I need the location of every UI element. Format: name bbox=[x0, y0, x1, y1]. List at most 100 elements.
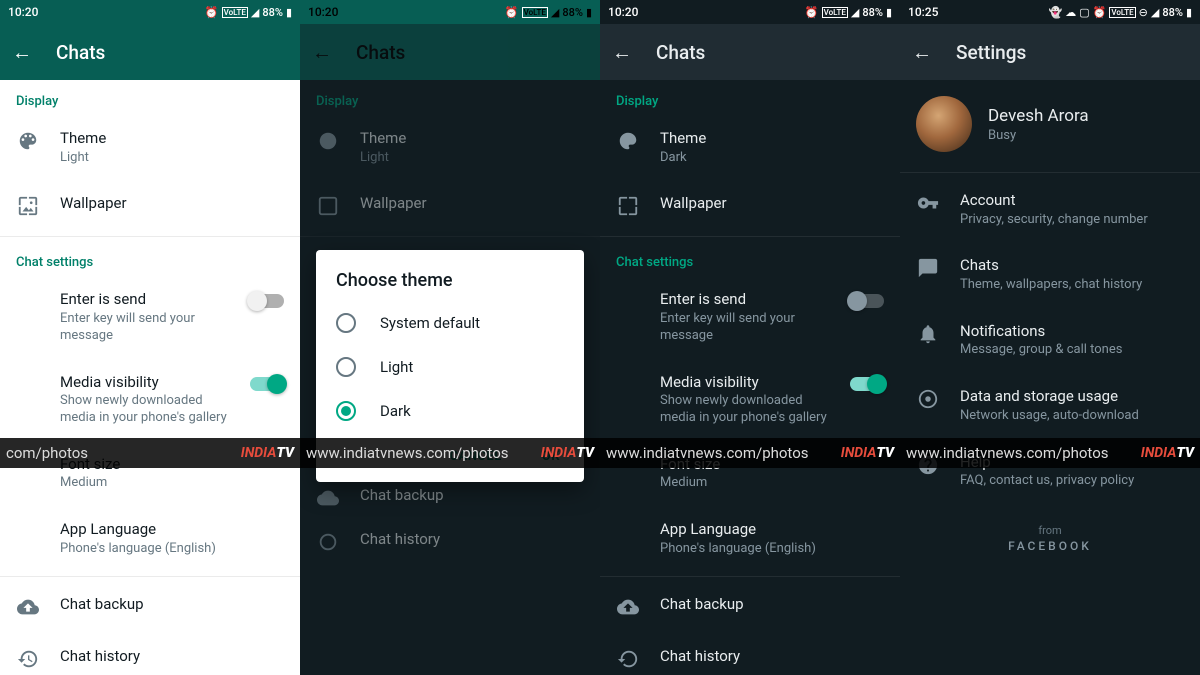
theme-label: Theme bbox=[660, 129, 884, 149]
page-title: Chats bbox=[56, 41, 105, 64]
media-vis-toggle[interactable] bbox=[850, 377, 884, 391]
chat-history-item[interactable]: Chat history bbox=[0, 633, 300, 675]
account-sub: Privacy, security, change number bbox=[960, 212, 1184, 229]
theme-label: Theme bbox=[60, 129, 284, 149]
page-title: Chats bbox=[356, 41, 405, 64]
signal-icon: ◢ bbox=[551, 6, 559, 19]
app-lang-value: Phone's language (English) bbox=[60, 541, 284, 558]
screen-light-chats: 10:20 ⏰ VoLTE ◢ 88% ▮ ← Chats Display Th… bbox=[0, 0, 300, 675]
from-facebook: from FACEBOOK bbox=[900, 524, 1200, 553]
status-icons: ⏰ VoLTE ◢ 88% ▮ bbox=[205, 6, 292, 19]
dnd-icon: ⊖ bbox=[1139, 6, 1148, 19]
section-chat-settings: Chat settings bbox=[0, 241, 300, 276]
theme-item[interactable]: Theme Light bbox=[0, 115, 300, 180]
screen-dark-chats: 10:20 ⏰ VoLTE ◢ 88% ▮ ← Chats Display Th… bbox=[600, 0, 900, 675]
signal-icon: ◢ bbox=[251, 6, 259, 19]
divider bbox=[0, 576, 300, 577]
media-visibility-item[interactable]: Media visibility Show newly downloaded m… bbox=[600, 359, 900, 441]
status-bar: 10:20 ⏰ VoLTE ◢ 88% ▮ bbox=[600, 0, 900, 24]
app-lang-label: App Language bbox=[60, 520, 284, 540]
radio-system-default[interactable]: System default bbox=[316, 301, 584, 345]
battery-icon: ▮ bbox=[1186, 6, 1192, 19]
wallpaper-item: Wallpaper bbox=[300, 180, 600, 232]
account-item[interactable]: Account Privacy, security, change number bbox=[900, 177, 1200, 242]
watermark-url: www.indiatvnews.com/photos bbox=[606, 444, 809, 462]
indiatv-logo: INDIATV bbox=[241, 445, 294, 461]
theme-item[interactable]: Theme Dark bbox=[600, 115, 900, 180]
back-button[interactable]: ← bbox=[12, 40, 32, 65]
chats-item[interactable]: Chats Theme, wallpapers, chat history bbox=[900, 242, 1200, 307]
enter-send-label: Enter is send bbox=[60, 290, 230, 310]
enter-send-sub: Enter key will send your message bbox=[60, 311, 230, 345]
screen-dark-settings: 10:25 👻 ☁ ▢ ⏰ VoLTE ⊖ ◢ 88% ▮ ← Settings… bbox=[900, 0, 1200, 675]
enter-send-item[interactable]: Enter is send Enter key will send your m… bbox=[0, 276, 300, 358]
chat-backup-label: Chat backup bbox=[60, 595, 284, 615]
notifications-item[interactable]: Notifications Message, group & call tone… bbox=[900, 308, 1200, 373]
theme-value: Light bbox=[60, 150, 284, 167]
chat-backup-item[interactable]: Chat backup bbox=[600, 581, 900, 633]
alarm-icon: ⏰ bbox=[205, 6, 219, 19]
divider bbox=[600, 236, 900, 237]
radio-light[interactable]: Light bbox=[316, 345, 584, 389]
wallpaper-item[interactable]: Wallpaper bbox=[0, 180, 300, 232]
data-usage-item[interactable]: Data and storage usage Network usage, au… bbox=[900, 373, 1200, 438]
history-icon bbox=[316, 530, 340, 554]
chat-backup-item[interactable]: Chat backup bbox=[0, 581, 300, 633]
divider bbox=[0, 236, 300, 237]
enter-send-toggle[interactable] bbox=[850, 294, 884, 308]
chats-sub: Theme, wallpapers, chat history bbox=[960, 277, 1184, 294]
help-sub: FAQ, contact us, privacy policy bbox=[960, 473, 1184, 490]
enter-send-label: Enter is send bbox=[660, 290, 830, 310]
app-lang-label: App Language bbox=[660, 520, 884, 540]
enter-send-item[interactable]: Enter is send Enter key will send your m… bbox=[600, 276, 900, 358]
radio-dark[interactable]: Dark bbox=[316, 389, 584, 433]
app-lang-value: Phone's language (English) bbox=[660, 541, 884, 558]
app-language-item[interactable]: App Language Phone's language (English) bbox=[0, 506, 300, 571]
status-bar: 10:20 ⏰ VoLTE ◢ 88% ▮ bbox=[300, 0, 600, 24]
alarm-icon: ⏰ bbox=[805, 6, 819, 19]
watermark-band: com/photos INDIATV www.indiatvnews.com/p… bbox=[0, 438, 1200, 468]
radio-icon bbox=[336, 313, 356, 333]
theme-value: Dark bbox=[660, 150, 884, 167]
media-visibility-item[interactable]: Media visibility Show newly downloaded m… bbox=[0, 359, 300, 441]
history-icon bbox=[616, 647, 640, 671]
facebook-label: FACEBOOK bbox=[900, 539, 1200, 553]
back-button[interactable]: ← bbox=[612, 40, 632, 65]
status-time: 10:20 bbox=[608, 5, 638, 19]
data-label: Data and storage usage bbox=[960, 387, 1184, 407]
profile-item[interactable]: Devesh Arora Busy bbox=[900, 80, 1200, 168]
chat-backup-label: Chat backup bbox=[660, 595, 884, 615]
media-vis-toggle[interactable] bbox=[250, 377, 284, 391]
wallpaper-label: Wallpaper bbox=[60, 194, 284, 214]
media-vis-sub: Show newly downloaded media in your phon… bbox=[60, 393, 230, 427]
back-button[interactable]: ← bbox=[912, 40, 932, 65]
status-bar: 10:25 👻 ☁ ▢ ⏰ VoLTE ⊖ ◢ 88% ▮ bbox=[900, 0, 1200, 24]
enter-send-sub: Enter key will send your message bbox=[660, 311, 830, 345]
wallpaper-icon bbox=[316, 194, 340, 218]
radio-label: Dark bbox=[380, 402, 411, 420]
media-vis-label: Media visibility bbox=[60, 373, 230, 393]
enter-send-toggle[interactable] bbox=[250, 294, 284, 308]
status-time: 10:20 bbox=[8, 5, 38, 19]
theme-icon bbox=[316, 129, 340, 153]
cloud-upload-icon bbox=[16, 595, 40, 619]
volte-icon: VoLTE bbox=[222, 7, 248, 18]
radio-icon bbox=[336, 357, 356, 377]
key-icon bbox=[916, 191, 940, 215]
screen-theme-dialog: 10:20 ⏰ VoLTE ◢ 88% ▮ ← Chats Display Th… bbox=[300, 0, 600, 675]
indiatv-logo: INDIATV bbox=[1141, 445, 1194, 461]
app-bar: ← Settings bbox=[900, 24, 1200, 80]
battery-icon: ▮ bbox=[586, 6, 592, 19]
profile-status: Busy bbox=[988, 128, 1089, 143]
chat-history-item[interactable]: Chat history bbox=[600, 633, 900, 675]
avatar bbox=[916, 96, 972, 152]
wallpaper-item[interactable]: Wallpaper bbox=[600, 180, 900, 232]
app-language-item[interactable]: App Language Phone's language (English) bbox=[600, 506, 900, 571]
volte-icon: VoLTE bbox=[522, 7, 548, 18]
app-bar: ← Chats bbox=[600, 24, 900, 80]
account-label: Account bbox=[960, 191, 1184, 211]
theme-label: Theme bbox=[360, 129, 584, 149]
alarm-icon: ⏰ bbox=[1093, 6, 1107, 19]
theme-icon bbox=[616, 129, 640, 153]
section-display: Display bbox=[600, 80, 900, 115]
